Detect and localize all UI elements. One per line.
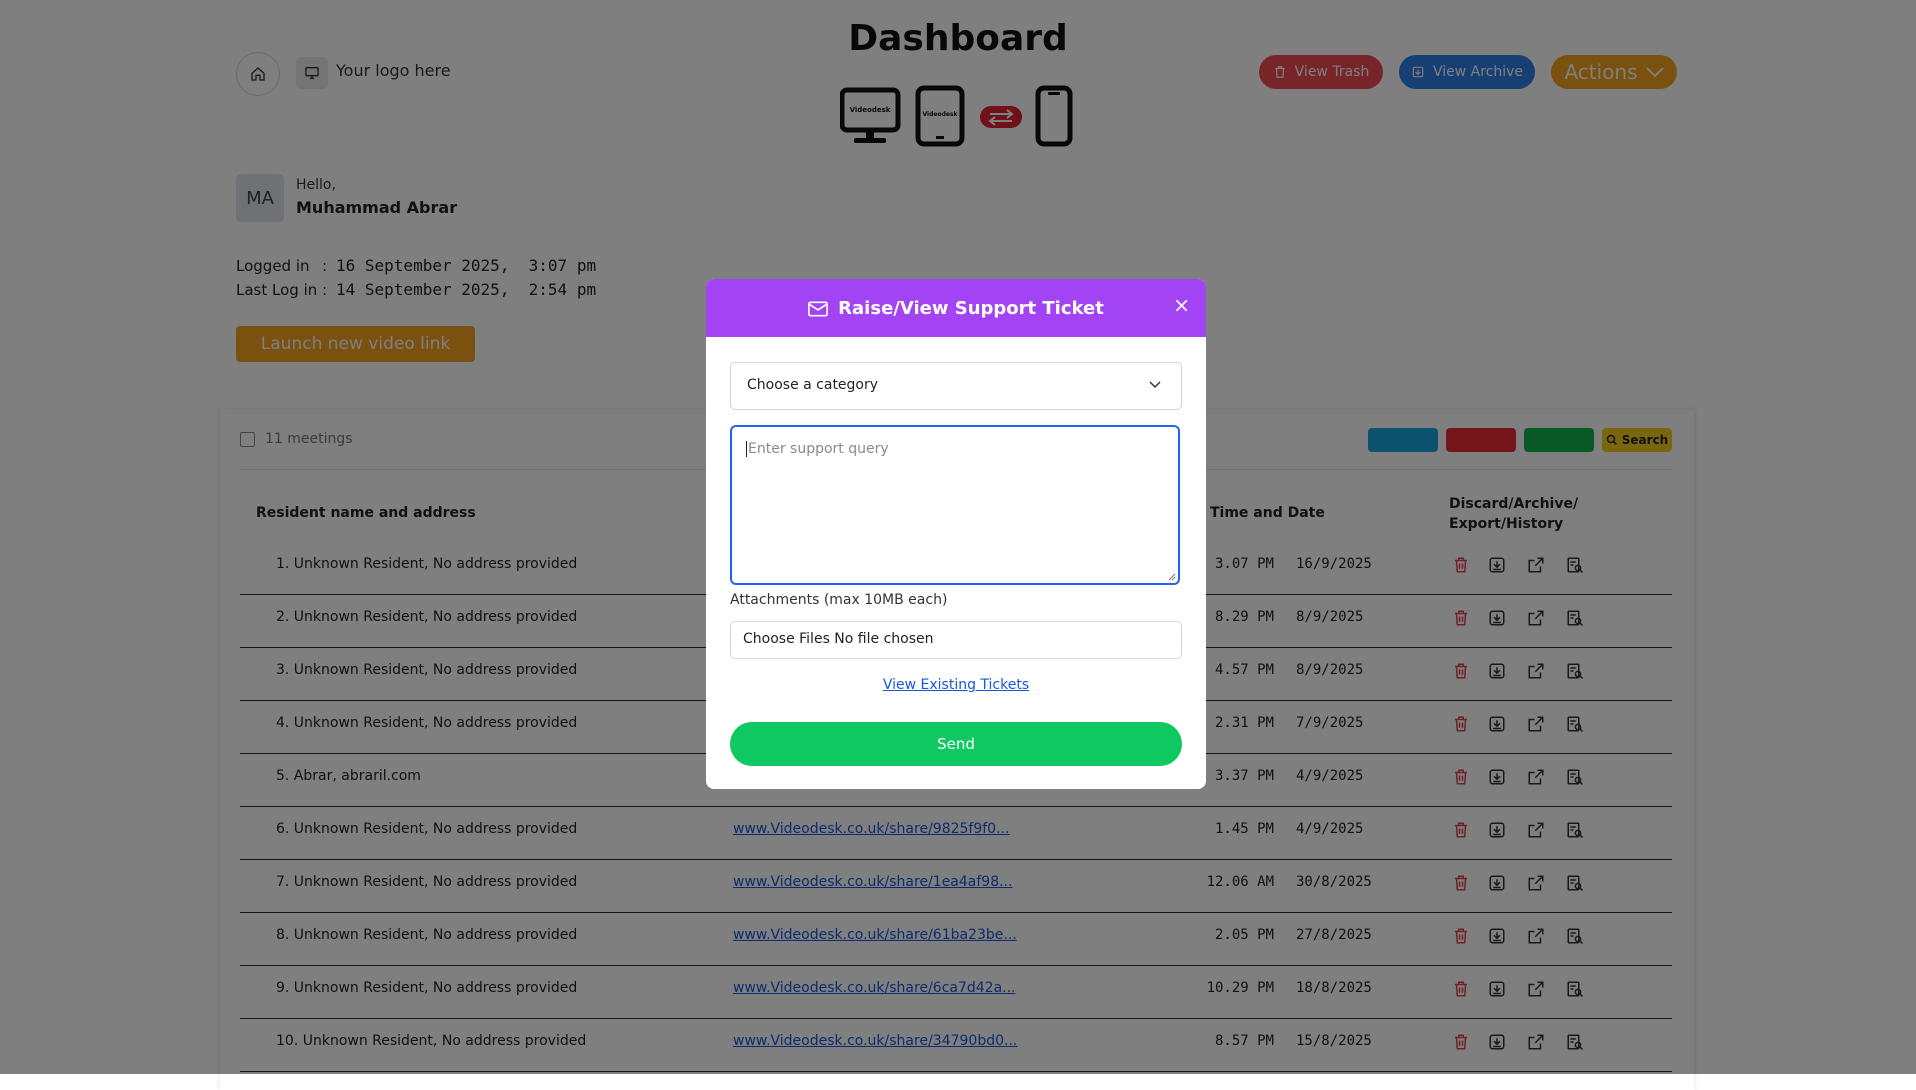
- support-query-placeholder: Enter support query: [748, 441, 889, 457]
- category-select-value: Choose a category: [747, 377, 879, 393]
- attachments-label: Attachments (max 10MB each): [730, 592, 948, 608]
- modal-title: Raise/View Support Ticket: [838, 298, 1104, 319]
- resize-handle-icon[interactable]: [1168, 573, 1176, 581]
- text-caret: [746, 441, 747, 457]
- support-ticket-modal: Raise/View Support Ticket × Choose a cat…: [706, 279, 1206, 789]
- file-input[interactable]: Choose Files No file chosen: [730, 621, 1182, 659]
- support-query-textarea[interactable]: Enter support query: [730, 425, 1180, 585]
- view-existing-tickets-link[interactable]: View Existing Tickets: [706, 677, 1206, 693]
- dashboard-page: Your logo here Dashboard Videodesk Video…: [0, 0, 1916, 1090]
- close-icon[interactable]: ×: [1173, 295, 1190, 315]
- file-input-text: Choose Files No file chosen: [743, 631, 934, 647]
- chevron-down-icon: [1149, 381, 1161, 389]
- modal-header: Raise/View Support Ticket ×: [706, 279, 1206, 337]
- send-button[interactable]: Send: [730, 722, 1182, 766]
- category-select[interactable]: Choose a category: [730, 362, 1182, 410]
- mail-icon: [808, 301, 829, 316]
